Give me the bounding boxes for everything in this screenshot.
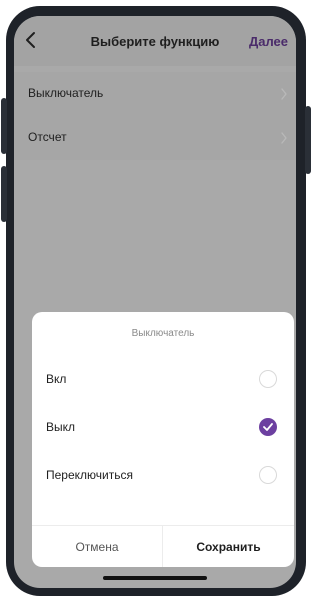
phone-frame: Выберите функцию Далее Выключатель Отсче…: [1, 6, 311, 596]
option-label: Вкл: [46, 372, 67, 386]
option-label: Выкл: [46, 420, 76, 434]
action-sheet: Выключатель Вкл Выкл Переключиться Отмен…: [32, 312, 294, 567]
option-off[interactable]: Выкл: [32, 408, 294, 448]
radio-checked[interactable]: [259, 418, 277, 436]
next-button[interactable]: Далее: [249, 34, 288, 49]
chevron-right-icon: [281, 88, 287, 100]
volume-down-button: [1, 166, 7, 222]
screen: Выберите функцию Далее Выключатель Отсче…: [14, 16, 296, 588]
list-item-label: Выключатель: [28, 86, 104, 100]
volume-up-button: [1, 98, 7, 154]
sheet-footer: Отмена Сохранить: [32, 525, 294, 567]
sheet-title: Выключатель: [131, 328, 195, 339]
option-toggle[interactable]: Переключиться: [32, 456, 294, 496]
option-on[interactable]: Вкл: [32, 360, 294, 400]
radio-unchecked[interactable]: [259, 466, 277, 484]
list-item-label: Отсчет: [28, 130, 67, 144]
option-label: Переключиться: [46, 468, 133, 482]
list-item-countdown[interactable]: Отсчет: [14, 116, 296, 160]
save-button[interactable]: Сохранить: [163, 526, 294, 567]
chevron-right-icon: [281, 132, 287, 144]
app-header: Выберите функцию Далее: [14, 16, 296, 66]
cancel-button[interactable]: Отмена: [32, 526, 163, 567]
power-button: [305, 106, 311, 174]
list-item-switch[interactable]: Выключатель: [14, 72, 296, 116]
radio-unchecked[interactable]: [259, 370, 277, 388]
home-indicator[interactable]: [103, 576, 207, 580]
checkmark-icon: [263, 423, 273, 431]
